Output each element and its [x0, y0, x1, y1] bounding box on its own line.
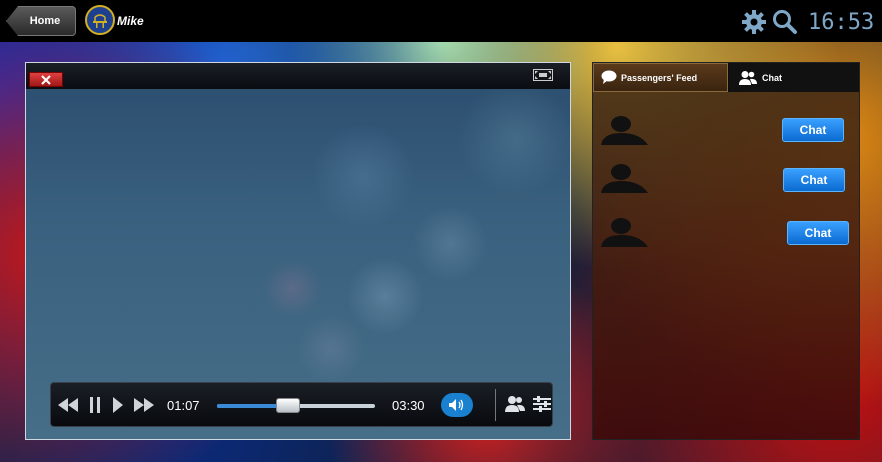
- fullscreen-icon[interactable]: [533, 69, 553, 81]
- users-icon[interactable]: [504, 395, 526, 413]
- tab-bar: Passengers' Feed Chat: [593, 63, 859, 92]
- pause-icon[interactable]: [89, 396, 101, 414]
- current-time: 01:07: [167, 398, 200, 413]
- close-button[interactable]: [29, 72, 63, 87]
- search-icon[interactable]: [772, 9, 798, 35]
- tab-label: Passengers' Feed: [621, 72, 698, 83]
- total-time: 03:30: [392, 398, 425, 413]
- chat-button[interactable]: Chat: [782, 118, 844, 142]
- passenger-row: Chat: [593, 163, 859, 203]
- close-icon: [41, 74, 51, 85]
- side-panel: Passengers' Feed Chat Chat Chat Chat: [592, 62, 860, 440]
- speech-bubble-icon: [601, 70, 617, 84]
- home-button[interactable]: Home: [6, 6, 76, 36]
- settings-list-icon[interactable]: [532, 396, 552, 412]
- users-icon: [739, 70, 757, 85]
- progress-bar[interactable]: [217, 398, 375, 413]
- avatar[interactable]: [85, 5, 115, 35]
- video-player[interactable]: 01:07 03:30: [25, 62, 571, 440]
- tab-label: Chat: [762, 72, 782, 83]
- rewind-icon[interactable]: [57, 397, 79, 413]
- volume-icon: [449, 399, 464, 411]
- top-bar: Home Mike 16:53: [0, 0, 882, 42]
- player-header: [26, 63, 570, 89]
- player-controls: 01:07 03:30: [50, 382, 553, 427]
- passenger-row: Chat: [593, 115, 859, 155]
- chat-button[interactable]: Chat: [787, 221, 849, 245]
- progress-thumb[interactable]: [276, 398, 301, 413]
- tab-passengers-feed[interactable]: Passengers' Feed: [593, 63, 728, 92]
- user-name: Mike: [117, 14, 144, 28]
- chat-button[interactable]: Chat: [783, 168, 845, 192]
- passenger-avatar-icon: [601, 116, 648, 145]
- passenger-avatar-icon: [601, 164, 648, 193]
- team-logo-icon: [93, 14, 107, 28]
- tab-chat[interactable]: Chat: [729, 63, 859, 92]
- passenger-avatar-icon: [601, 218, 648, 247]
- gear-icon[interactable]: [741, 9, 767, 35]
- volume-button[interactable]: [441, 393, 473, 417]
- clock: 16:53: [808, 10, 875, 35]
- play-icon[interactable]: [111, 396, 125, 414]
- passenger-row: Chat: [593, 217, 859, 257]
- controls-divider: [495, 389, 496, 421]
- fast-forward-icon[interactable]: [133, 397, 155, 413]
